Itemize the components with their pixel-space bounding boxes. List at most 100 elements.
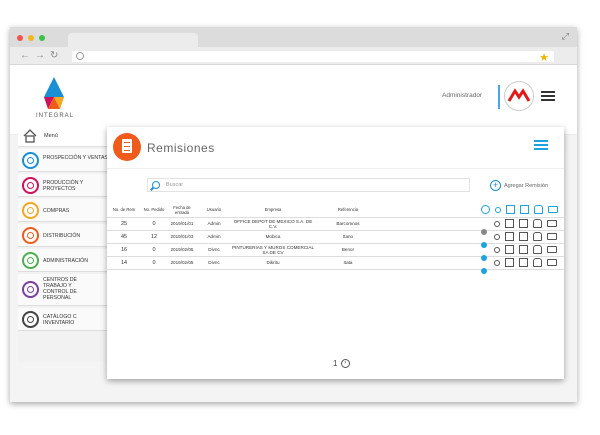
sidebar-item-administracion[interactable]: ADMINISTRACIÓN <box>18 249 113 272</box>
comment-icon[interactable] <box>547 220 557 227</box>
image-icon[interactable] <box>505 219 514 228</box>
panel-menu-icon[interactable] <box>534 140 548 152</box>
sidebar-item-produccion[interactable]: PRODUCCIÓN Y PROYECTOS <box>18 174 113 197</box>
minimize-window-dot[interactable] <box>28 35 34 41</box>
cell-referencia: Barcomnos <box>315 217 381 231</box>
search-icon[interactable] <box>495 206 501 213</box>
back-icon[interactable]: ← <box>20 50 30 61</box>
sidebar-item-label: CATÁLOGO C INVENTARIO <box>43 314 77 326</box>
search-input[interactable]: Buscar <box>147 178 470 192</box>
column-header: Fecha de entrada <box>167 203 197 218</box>
money-icon <box>22 252 39 269</box>
user-label[interactable]: Administrador <box>442 92 482 99</box>
catalog-icon <box>22 311 39 328</box>
cell-fecha: 2019/02/05 <box>167 256 197 270</box>
pdf-icon[interactable] <box>519 232 528 241</box>
package-icon[interactable] <box>533 245 542 254</box>
maximize-window-dot[interactable] <box>39 35 45 41</box>
close-window-dot[interactable] <box>17 35 23 41</box>
image-icon[interactable] <box>505 258 514 267</box>
column-header: Empresa <box>231 203 315 218</box>
integral-logo <box>44 77 64 109</box>
table-header-row: No. de Rem No. Pedido Fecha de entrada U… <box>107 203 564 218</box>
sidebar-item-label: DISTRIBUCIÓN <box>43 233 81 239</box>
panel-header: Remisiones <box>107 127 564 169</box>
browser-tab[interactable] <box>68 33 198 47</box>
home-icon <box>23 129 37 143</box>
sidebar-item-catalogo[interactable]: CATÁLOGO C INVENTARIO <box>18 308 113 331</box>
table-row[interactable]: 16 0 2019/02/05 Divnc PINTURERIAS Y MURO… <box>107 243 564 261</box>
sidebar-menu-header[interactable]: Menú <box>18 125 113 147</box>
cell-empresa: PINTURERIAS Y MUROS COMERCIAL SA DE CV <box>231 243 315 257</box>
cell-fecha: 2019/02/05 <box>167 243 197 257</box>
person-icon <box>22 152 39 169</box>
sidebar-menu-label: Menú <box>44 133 58 139</box>
pdf-icon[interactable] <box>519 245 528 254</box>
comment-icon[interactable] <box>547 259 557 266</box>
cell-pedido: 12 <box>141 230 167 244</box>
pdf-icon[interactable] <box>520 205 529 215</box>
plus-icon: + <box>490 180 501 191</box>
cell-pedido: 0 <box>141 256 167 270</box>
sidebar-item-centros[interactable]: CENTROS DE TRABAJO Y CONTROL DE PERSONAL <box>18 274 113 306</box>
table-row[interactable]: 25 0 2019/01/01 Admin OFFICE DEPOT DE ME… <box>107 217 564 235</box>
cell-pedido: 0 <box>141 243 167 257</box>
cell-empresa: Dikritu <box>231 256 315 270</box>
view-icon[interactable] <box>494 220 500 227</box>
browser-window: ⤢ ← → ↻ ★ INTEGRAL Administrador Menú PR… <box>10 27 577 402</box>
image-icon[interactable] <box>505 245 514 254</box>
cell-referencia: Itata <box>315 256 381 270</box>
view-icon[interactable] <box>494 246 500 253</box>
page-number[interactable]: 1 <box>333 359 337 368</box>
sidebar-item-compras[interactable]: COMPRAS <box>18 199 113 222</box>
package-icon[interactable] <box>533 258 542 267</box>
sidebar-item-prospeccion[interactable]: PROSPECCIÓN Y VENTAS <box>18 149 113 172</box>
sidebar-item-label: COMPRAS <box>43 208 70 214</box>
cell-rem: 45 <box>107 230 141 244</box>
package-icon[interactable] <box>533 232 542 241</box>
forward-icon[interactable]: → <box>35 50 45 61</box>
address-bar[interactable]: ★ <box>72 51 554 64</box>
view-icon[interactable] <box>494 259 500 266</box>
expand-icon[interactable]: ⤢ <box>562 31 569 42</box>
hamburger-menu-icon[interactable] <box>541 91 555 101</box>
search-icon <box>152 181 160 189</box>
comment-icon[interactable] <box>548 206 558 214</box>
cart-icon <box>22 202 39 219</box>
cell-rem: 25 <box>107 217 141 231</box>
sidebar-item-distribucion[interactable]: DISTRIBUCIÓN <box>18 224 113 247</box>
row-actions <box>381 243 564 261</box>
image-icon[interactable] <box>505 232 514 241</box>
truck-icon <box>22 227 39 244</box>
package-icon[interactable] <box>533 219 542 228</box>
logo-text: INTEGRAL <box>36 113 75 119</box>
status-dot-icon <box>481 241 487 248</box>
cell-pedido: 0 <box>141 217 167 231</box>
reload-icon[interactable]: ↻ <box>50 50 58 61</box>
table-row[interactable]: 14 0 2019/02/05 Divnc Dikritu Itata <box>107 256 564 274</box>
comment-icon[interactable] <box>547 246 557 253</box>
bookmark-star-icon[interactable]: ★ <box>539 51 549 64</box>
factory-icon <box>22 177 39 194</box>
next-page-icon[interactable]: › <box>340 359 350 369</box>
add-remision-label: Agregar Remisión <box>504 183 549 189</box>
row-actions <box>381 230 564 248</box>
column-header: No. Pedido <box>141 203 167 218</box>
settings-icon[interactable] <box>481 205 490 215</box>
cell-usuario: Admin <box>197 217 231 231</box>
view-icon[interactable] <box>494 233 500 240</box>
page-title: Remisiones <box>147 141 215 155</box>
image-icon[interactable] <box>506 205 515 215</box>
package-icon[interactable] <box>534 205 543 215</box>
actions-header <box>381 203 564 218</box>
table-row[interactable]: 45 12 2019/01/03 Admin Mobica Itano <box>107 230 564 248</box>
avatar[interactable] <box>504 81 534 111</box>
pdf-icon[interactable] <box>519 258 528 267</box>
sidebar-item-label: ADMINISTRACIÓN <box>43 258 88 264</box>
header-divider <box>498 85 500 109</box>
pdf-icon[interactable] <box>519 219 528 228</box>
main-panel: Remisiones Buscar + Agregar Remisión No.… <box>107 127 564 379</box>
globe-icon <box>76 52 84 60</box>
status-dot-icon <box>481 254 487 261</box>
comment-icon[interactable] <box>547 233 557 240</box>
